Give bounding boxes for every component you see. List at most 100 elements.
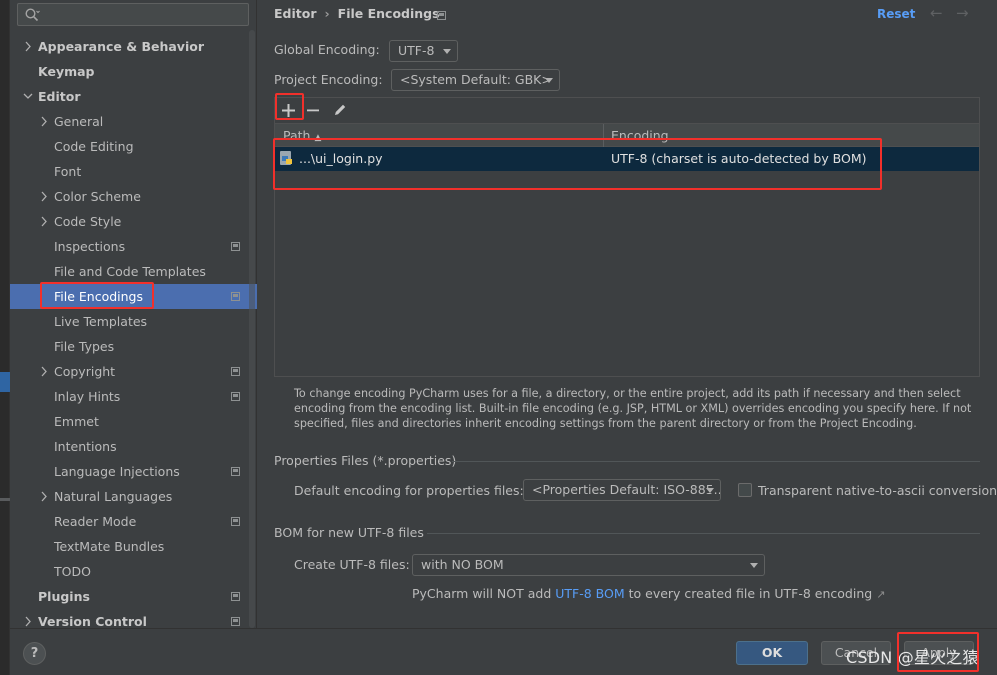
sidebar-item-label: Reader Mode [54,514,137,529]
sidebar-scrollbar[interactable] [249,30,255,628]
project-scope-icon [231,292,240,301]
chevron-right-icon[interactable] [38,484,50,509]
column-header-path[interactable]: Path ▲ [283,128,321,143]
chevron-down-icon [545,78,553,83]
sidebar-item-color-scheme[interactable]: Color Scheme [10,184,257,209]
global-encoding-label: Global Encoding: [274,42,380,57]
pencil-icon [335,104,346,115]
project-scope-icon [231,392,240,401]
utf8-bom-link[interactable]: UTF-8 BOM [555,586,624,601]
project-scope-icon [437,11,446,20]
properties-encoding-value: <Properties Default: ISO-885... [532,482,721,497]
sidebar-item-file-encodings[interactable]: File Encodings [10,284,257,309]
reset-link[interactable]: Reset [877,7,915,21]
sidebar-item-emmet[interactable]: Emmet [10,409,257,434]
column-divider[interactable] [603,124,604,147]
chevron-right-icon[interactable] [38,359,50,384]
edit-path-button[interactable] [329,99,351,121]
add-path-button[interactable] [277,99,299,121]
sidebar-item-copyright[interactable]: Copyright [10,359,257,384]
sidebar-item-label: Code Editing [54,139,134,154]
sidebar-item-label: Code Style [54,214,122,229]
column-header-encoding[interactable]: Encoding [611,128,669,143]
project-scope-icon [231,517,240,526]
transparent-native-label[interactable]: Transparent native-to-ascii conversion [758,483,997,498]
sidebar-item-label: Copyright [54,364,116,379]
properties-default-label: Default encoding for properties files: [294,483,524,498]
breadcrumb-separator: › [324,6,330,21]
bom-create-select[interactable]: with NO BOM [412,554,765,576]
chevron-right-icon[interactable] [38,184,50,209]
project-scope-icon [231,367,240,376]
sidebar-item-label: Keymap [38,64,95,79]
sidebar-item-code-editing[interactable]: Code Editing [10,134,257,159]
sidebar-item-label: Color Scheme [54,189,141,204]
ok-button[interactable]: OK [736,641,808,665]
sidebar-item-plugins[interactable]: Plugins [10,584,257,609]
chevron-right-icon[interactable] [22,34,34,59]
settings-search-input[interactable] [17,3,249,26]
sidebar-item-label: TextMate Bundles [54,539,165,554]
edge-divider [0,498,10,501]
row-path: ...\ui_login.py [299,151,383,166]
sidebar-item-label: Font [54,164,82,179]
sidebar-item-inlay-hints[interactable]: Inlay Hints [10,384,257,409]
edge-selection-bar [0,372,10,392]
column-header-path-label: Path [283,128,311,143]
breadcrumb-editor[interactable]: Editor [274,6,317,21]
table-toolbar [275,98,979,123]
chevron-down-icon [750,563,758,568]
bom-group-title: BOM for new UTF-8 files [274,525,424,540]
sidebar-item-keymap[interactable]: Keymap [10,59,257,84]
chevron-down-icon [443,49,451,54]
chevron-right-icon[interactable] [38,209,50,234]
sidebar-item-general[interactable]: General [10,109,257,134]
external-link-icon: ↗ [876,588,886,601]
minus-icon [307,109,319,112]
table-row[interactable]: ...\ui_login.py UTF-8 (charset is auto-d… [275,147,979,171]
sidebar-item-font[interactable]: Font [10,159,257,184]
project-encoding-label: Project Encoding: [274,72,383,87]
help-button[interactable]: ? [23,642,46,665]
sidebar-item-label: Intentions [54,439,117,454]
sidebar-item-textmate-bundles[interactable]: TextMate Bundles [10,534,257,559]
bom-create-label: Create UTF-8 files: [294,557,410,572]
sidebar-item-live-templates[interactable]: Live Templates [10,309,257,334]
sidebar-item-label: Editor [38,89,81,104]
bom-create-value: with NO BOM [421,557,504,572]
bom-note-suffix: to every created file in UTF-8 encoding [624,586,873,601]
sidebar-item-inspections[interactable]: Inspections [10,234,257,259]
sidebar-item-label: Language Injections [54,464,180,479]
sidebar-item-appearance-behavior[interactable]: Appearance & Behavior [10,34,257,59]
sidebar-item-language-injections[interactable]: Language Injections [10,459,257,484]
global-encoding-select[interactable]: UTF-8 [389,40,458,62]
sidebar-item-natural-languages[interactable]: Natural Languages [10,484,257,509]
transparent-native-checkbox[interactable] [738,483,752,497]
sidebar-item-file-types[interactable]: File Types [10,334,257,359]
sidebar-item-label: File and Code Templates [54,264,206,279]
sidebar-item-intentions[interactable]: Intentions [10,434,257,459]
sidebar-item-todo[interactable]: TODO [10,559,257,584]
plus-icon [281,104,295,117]
sidebar-item-reader-mode[interactable]: Reader Mode [10,509,257,534]
sidebar-item-editor[interactable]: Editor [10,84,257,109]
back-arrow-icon[interactable]: ← [930,5,946,21]
sidebar-item-label: Natural Languages [54,489,173,504]
table-header: Path ▲ Encoding [275,123,979,147]
sidebar-item-file-and-code-templates[interactable]: File and Code Templates [10,259,257,284]
forward-arrow-icon[interactable]: → [956,5,972,21]
chevron-down-icon[interactable] [22,84,34,109]
file-encodings-table-panel: Path ▲ Encoding ...\ui_login.py UTF-8 (c… [274,97,980,377]
encoding-hint-text: To change encoding PyCharm uses for a fi… [294,387,972,430]
properties-encoding-select[interactable]: <Properties Default: ISO-885... [523,479,721,501]
remove-path-button[interactable] [302,99,324,121]
chevron-right-icon[interactable] [38,109,50,134]
sidebar-item-label: Inspections [54,239,126,254]
project-encoding-select[interactable]: <System Default: GBK> [391,69,560,91]
chevron-down-icon [706,488,714,493]
sidebar-item-label: File Types [54,339,115,354]
sidebar-item-code-style[interactable]: Code Style [10,209,257,234]
bom-group-line [427,533,980,534]
sidebar-item-label: Live Templates [54,314,148,329]
row-encoding[interactable]: UTF-8 (charset is auto-detected by BOM) [611,147,867,171]
